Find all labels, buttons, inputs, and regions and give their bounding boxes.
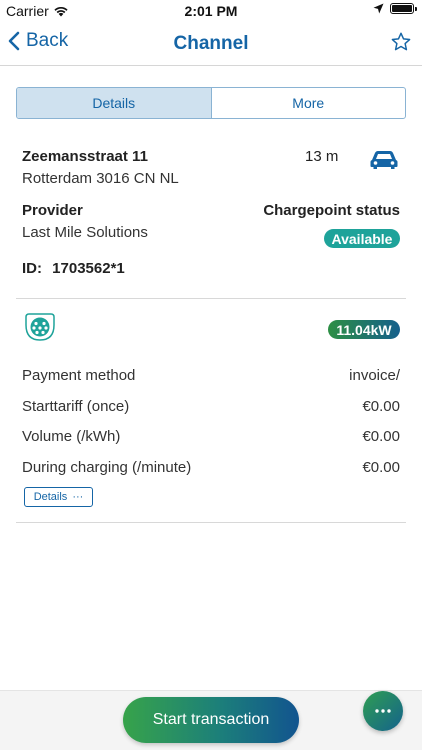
power-badge: 11.04kW <box>328 320 400 339</box>
segmented-control: Details More <box>16 87 406 119</box>
provider-name: Last Mile Solutions <box>22 224 148 241</box>
car-icon[interactable] <box>369 148 399 175</box>
volume-value: €0.00 <box>362 428 400 445</box>
more-actions-button[interactable] <box>363 691 403 731</box>
favorite-button[interactable] <box>390 31 412 58</box>
provider-heading: Provider <box>22 202 83 219</box>
location-arrow-icon <box>373 3 384 14</box>
payment-method-value: invoice/ <box>349 367 400 384</box>
tariff-details-label: Details <box>33 491 68 503</box>
navigation-bar: Back Channel <box>0 22 422 66</box>
status-bar: Carrier 2:01 PM <box>0 0 422 22</box>
ellipsis-icon: ··· <box>72 491 84 503</box>
tab-more[interactable]: More <box>212 88 406 118</box>
tariff-details-button[interactable]: Details ··· <box>24 487 93 507</box>
chargepoint-status-heading: Chargepoint status <box>263 202 400 219</box>
tab-details[interactable]: Details <box>17 88 212 118</box>
id-value: 1703562*1 <box>52 260 125 277</box>
divider <box>16 522 406 523</box>
id-row: ID: 1703562*1 <box>22 260 125 277</box>
status-badge: Available <box>324 229 400 248</box>
star-outline-icon <box>391 32 411 51</box>
payment-method-label: Payment method <box>22 367 136 384</box>
clock: 2:01 PM <box>184 3 238 19</box>
starttariff-label: Starttariff (once) <box>22 398 130 415</box>
page-title: Channel <box>173 33 249 54</box>
divider <box>16 298 406 299</box>
volume-label: Volume (/kWh) <box>22 428 121 445</box>
distance: 13 m <box>305 148 339 165</box>
during-charging-label: During charging (/minute) <box>22 459 192 476</box>
street-address: Zeemansstraat 11 <box>22 148 148 165</box>
status-right <box>373 3 417 14</box>
type2-connector-icon <box>22 311 58 348</box>
battery-icon <box>390 3 417 14</box>
more-horizontal-icon <box>375 709 391 713</box>
id-label: ID: <box>22 260 42 277</box>
starttariff-value: €0.00 <box>362 398 400 415</box>
city-address: Rotterdam 3016 CN NL <box>22 170 179 187</box>
during-charging-value: €0.00 <box>362 459 400 476</box>
start-transaction-button[interactable]: Start transaction <box>123 697 299 743</box>
